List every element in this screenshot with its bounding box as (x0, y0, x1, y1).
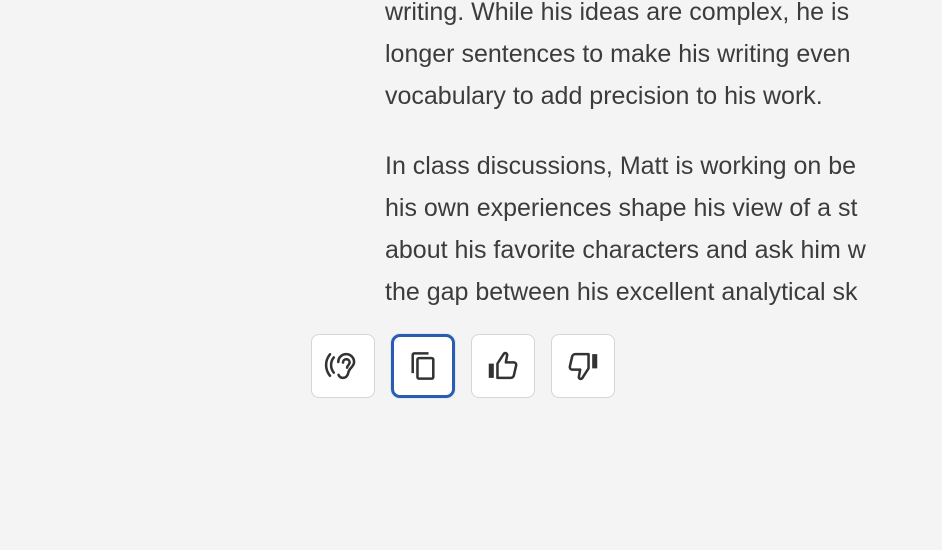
message-line: about his favorite characters and ask hi… (385, 236, 866, 264)
thumbs-down-button[interactable] (551, 334, 615, 398)
copy-button[interactable] (391, 334, 455, 398)
read-aloud-button[interactable] (311, 334, 375, 398)
thumbs-down-icon (568, 352, 598, 381)
message-actions-toolbar (311, 334, 615, 398)
message-paragraph: writing. While his ideas are complex, he… (385, 0, 942, 117)
message-line: In class discussions, Matt is working on… (385, 152, 857, 180)
message-paragraph: In class discussions, Matt is working on… (385, 145, 942, 313)
assistant-message: writing. While his ideas are complex, he… (385, 0, 942, 341)
copy-icon (411, 352, 435, 380)
message-line: vocabulary to add precision to his work. (385, 82, 823, 110)
message-line: longer sentences to make his writing eve… (385, 40, 851, 68)
message-line: his own experiences shape his view of a … (385, 194, 858, 222)
message-line: writing. While his ideas are complex, he… (385, 0, 850, 26)
thumbs-up-button[interactable] (471, 334, 535, 398)
thumbs-up-icon (488, 351, 518, 380)
ear-icon (324, 352, 356, 380)
message-line: the gap between his excellent analytical… (385, 278, 858, 306)
